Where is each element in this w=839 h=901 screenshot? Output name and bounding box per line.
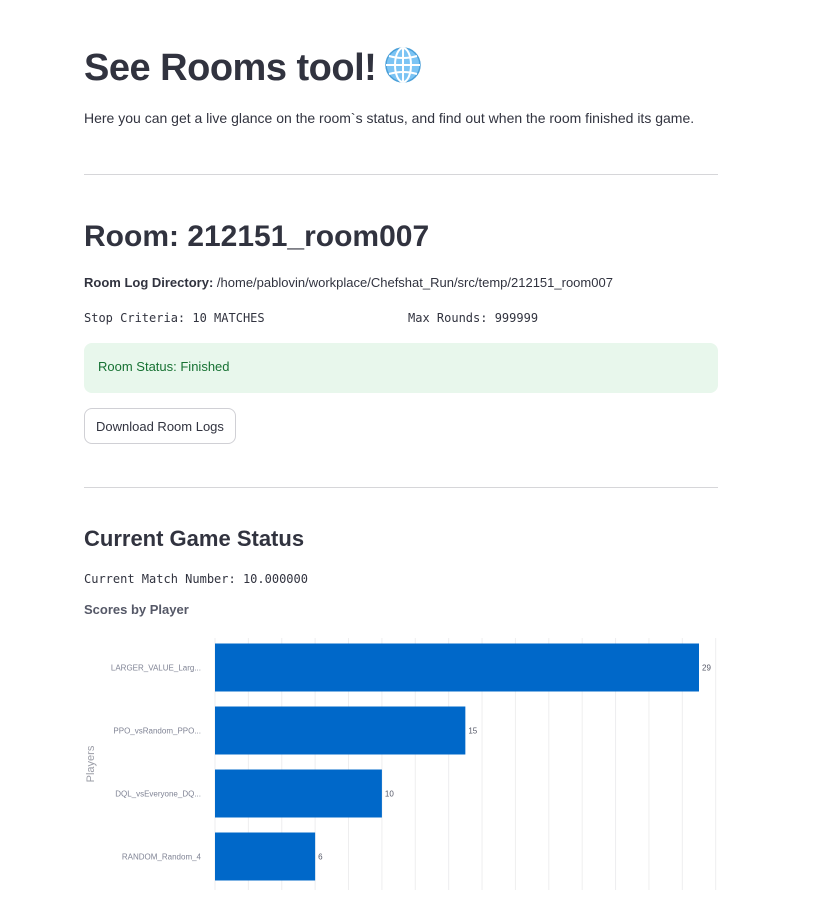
- room-log-directory: Room Log Directory: /home/pablovin/workp…: [84, 275, 613, 290]
- page-title: See Rooms tool!: [84, 46, 422, 94]
- chart-title: Scores by Player: [84, 602, 189, 617]
- data-label: 29: [702, 664, 711, 673]
- stop-criteria: Stop Criteria: 10 MATCHES: [84, 311, 265, 325]
- log-dir-label: Room Log Directory:: [84, 275, 214, 290]
- scores-bar-chart: Players LARGER_VALUE_Larg... 29 PPO_vsRando…: [85, 638, 717, 890]
- data-label: 10: [385, 790, 394, 799]
- y-axis-label: Players: [85, 745, 97, 782]
- tick-label: RANDOM_Random_4: [122, 853, 202, 862]
- divider: [84, 174, 718, 175]
- room-status-alert: Room Status: Finished: [84, 343, 718, 393]
- data-label: 15: [468, 727, 477, 736]
- tick-label: LARGER_VALUE_Larg...: [111, 664, 201, 673]
- tick-label: DQL_vsEveryone_DQ...: [115, 790, 201, 799]
- data-label: 6: [318, 853, 323, 862]
- game-status-heading: Current Game Status: [84, 526, 305, 551]
- max-rounds: Max Rounds: 999999: [408, 311, 539, 325]
- bar: [215, 643, 699, 692]
- bar: [215, 706, 466, 755]
- intro-text: Here you can get a live glance on the ro…: [84, 110, 695, 126]
- log-dir-value: /home/pablovin/workplace/Chefshat_Run/sr…: [216, 275, 613, 290]
- current-match-number: Current Match Number: 10.000000: [84, 572, 308, 586]
- download-room-logs-button[interactable]: Download Room Logs: [84, 408, 236, 444]
- bar: [215, 769, 382, 818]
- globe-icon: [384, 46, 422, 94]
- room-heading: Room: 212151_room007: [84, 220, 430, 253]
- tick-label: PPO_vsRandom_PPO...: [113, 727, 201, 736]
- divider: [84, 487, 718, 488]
- bar: [215, 832, 316, 881]
